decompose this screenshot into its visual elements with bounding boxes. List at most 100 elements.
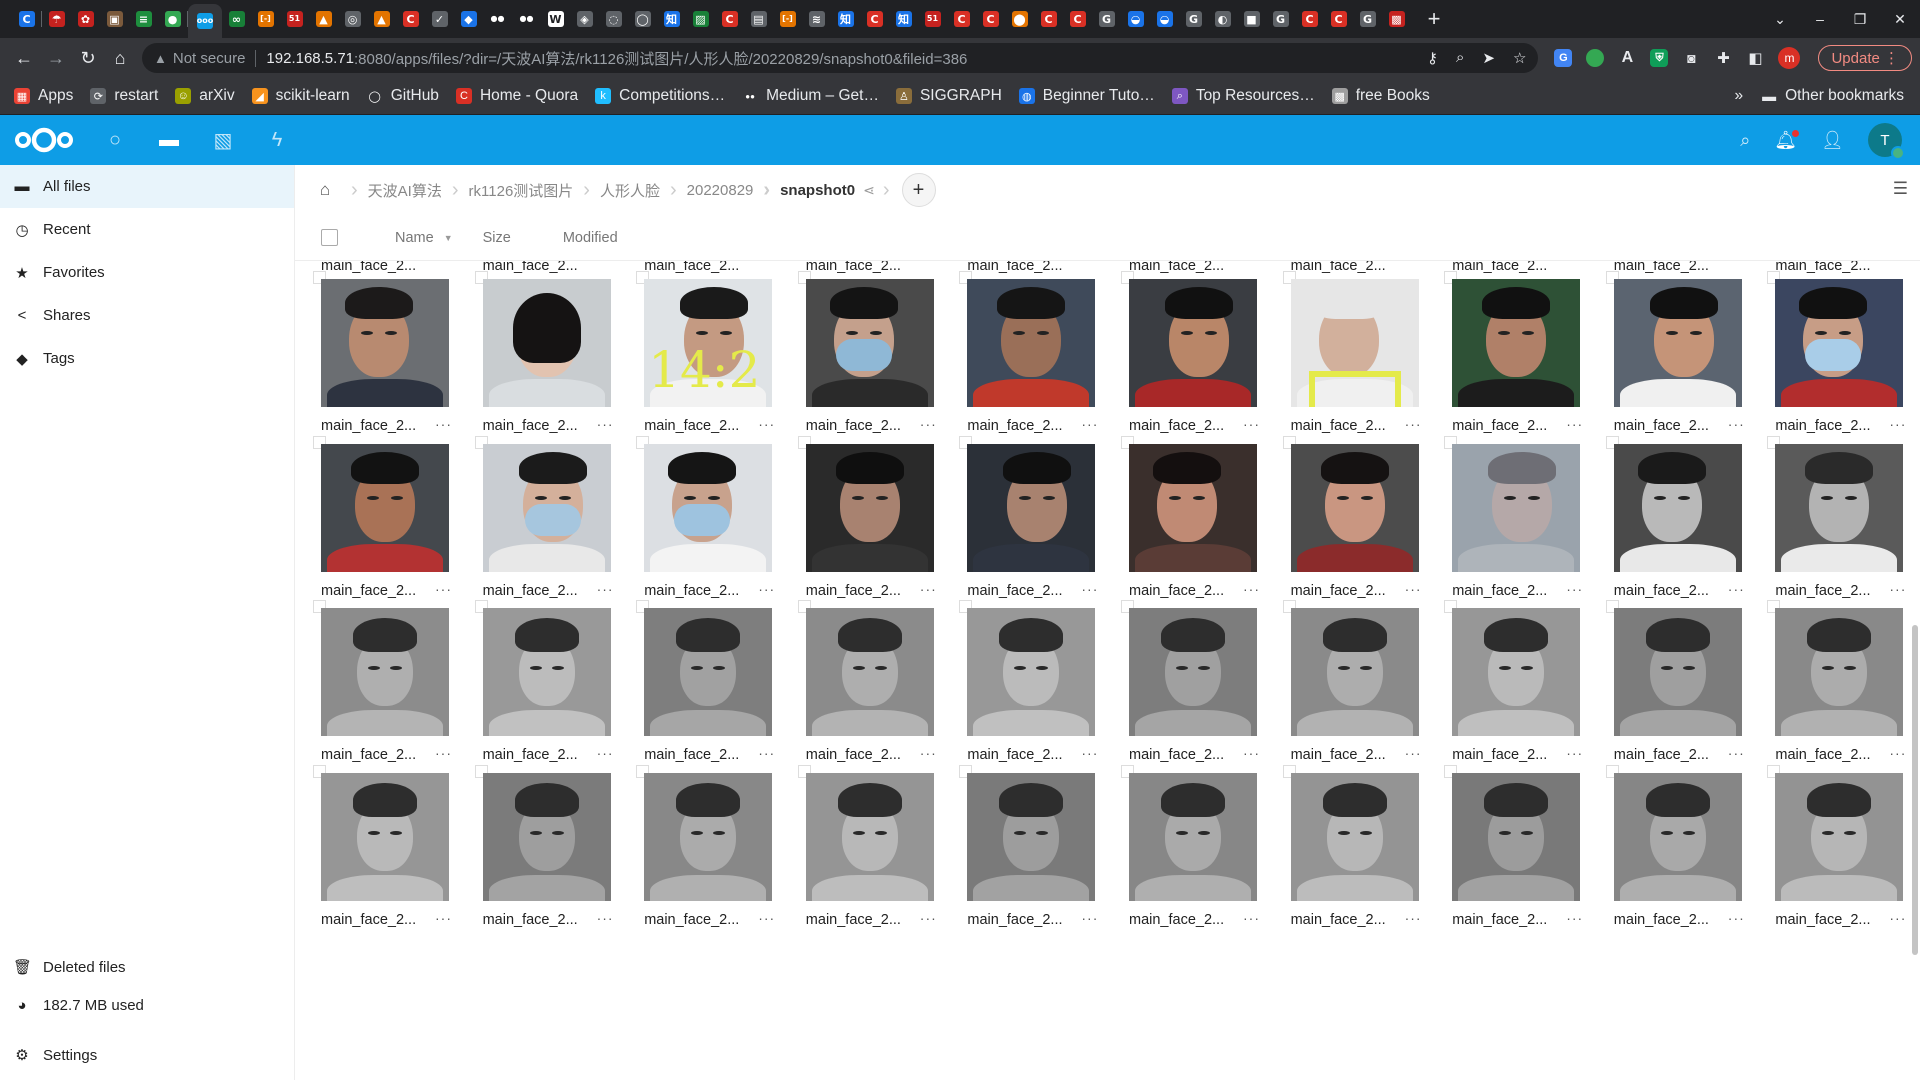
home-button[interactable]: ⌂ [104, 42, 136, 74]
other-bookmarks-button[interactable]: ▬ Other bookmarks [1761, 87, 1904, 105]
bookmark-item[interactable]: ◢ scikit-learn [251, 87, 350, 105]
browser-tab[interactable]: C [976, 4, 1005, 34]
browser-tab[interactable]: ✿ [71, 4, 100, 34]
file-name[interactable]: main_face_2... [1291, 418, 1386, 434]
file-thumbnail[interactable] [967, 772, 1096, 901]
file-thumbnail[interactable] [1452, 772, 1581, 901]
zoom-icon[interactable]: ⌕ [1456, 49, 1464, 67]
profile-avatar[interactable]: m [1778, 47, 1801, 69]
file-tile[interactable]: main_face_2... ··· [1113, 764, 1275, 967]
browser-tab[interactable]: ▲ [309, 4, 338, 34]
file-actions-menu-icon[interactable]: ··· [1889, 745, 1906, 761]
file-thumbnail[interactable] [1775, 279, 1904, 407]
file-thumbnail[interactable] [482, 608, 611, 736]
file-actions-menu-icon[interactable]: ··· [1566, 416, 1583, 432]
notifications-icon[interactable]: 🔔︎ [1774, 129, 1800, 151]
sort-by-size[interactable]: Size [483, 230, 511, 246]
file-thumbnail[interactable] [482, 772, 611, 901]
nextcloud-logo[interactable] [0, 115, 88, 165]
file-name[interactable]: main_face_2... [806, 912, 901, 928]
bookmark-item[interactable]: ▦ Apps [14, 87, 73, 105]
file-name[interactable]: main_face_2... [321, 418, 416, 434]
file-name[interactable]: main_face_2... [1452, 912, 1547, 928]
close-window-button[interactable]: ✕ [1880, 11, 1920, 28]
app-menu-item[interactable]: ϟ [250, 115, 304, 165]
breadcrumb-item[interactable]: › 人形人脸 [573, 165, 660, 215]
file-name[interactable]: main_face_2... [483, 583, 578, 599]
browser-tab[interactable]: 51 [918, 4, 947, 34]
file-actions-menu-icon[interactable]: ··· [920, 416, 937, 432]
nav-item-favorites[interactable]: ★ Favorites [0, 251, 294, 294]
browser-tab[interactable]: G [1353, 4, 1382, 34]
browser-tab[interactable]: ◌ [599, 4, 628, 34]
user-avatar[interactable]: T [1868, 123, 1905, 160]
file-actions-menu-icon[interactable]: ··· [435, 745, 452, 761]
file-tile[interactable]: main_face_2... ··· [305, 764, 467, 967]
contacts-icon[interactable]: 👤︎ [1821, 130, 1844, 151]
file-name[interactable]: main_face_2... [1614, 912, 1709, 928]
browser-tab[interactable]: ⬤ [1005, 4, 1034, 34]
file-actions-menu-icon[interactable]: ··· [1081, 910, 1098, 926]
file-tile[interactable]: main_face_2... ··· [1436, 764, 1598, 967]
file-thumbnail[interactable] [967, 443, 1096, 572]
breadcrumb-item[interactable]: › snapshot0 [753, 165, 855, 215]
browser-tab[interactable]: ●● [512, 4, 541, 34]
file-name[interactable]: main_face_2... [1775, 583, 1870, 599]
minimize-button[interactable]: – [1800, 11, 1840, 27]
file-name[interactable]: main_face_2... [1775, 912, 1870, 928]
browser-tab[interactable]: ◎ [338, 4, 367, 34]
bookmark-item[interactable]: ●● Medium – Get… [742, 87, 879, 105]
file-actions-menu-icon[interactable]: ··· [758, 910, 775, 926]
send-icon[interactable]: ➤ [1482, 49, 1495, 67]
browser-tab[interactable]: ▤ [744, 4, 773, 34]
file-name[interactable]: main_face_2... [1775, 418, 1870, 434]
browser-tab[interactable]: ▩ [1382, 4, 1411, 34]
browser-tab[interactable]: ◯ [628, 4, 657, 34]
grid-view-toggle-icon[interactable]: ☰ [1893, 179, 1908, 199]
browser-tab[interactable]: C [396, 4, 425, 34]
browser-tab[interactable]: C [12, 4, 41, 34]
sidepanel-icon[interactable]: ◧ [1746, 49, 1764, 67]
file-tile[interactable]: main_face_2... ··· [951, 764, 1113, 967]
file-name[interactable]: main_face_2... [321, 583, 416, 599]
file-actions-menu-icon[interactable]: ··· [1566, 581, 1583, 597]
file-tile[interactable]: main_face_2... ··· [1598, 764, 1760, 967]
file-thumbnail[interactable] [644, 772, 773, 901]
shield-extension-icon[interactable]: ⛨ [1650, 49, 1669, 67]
browser-tab[interactable]: C [1034, 4, 1063, 34]
file-thumbnail[interactable] [1452, 608, 1581, 736]
file-actions-menu-icon[interactable]: ··· [1728, 910, 1745, 926]
bookmark-item[interactable]: C Home - Quora [455, 87, 578, 105]
file-thumbnail[interactable] [1290, 608, 1419, 736]
file-actions-menu-icon[interactable]: ··· [758, 745, 775, 761]
sort-by-name[interactable]: Name [395, 230, 434, 246]
bookmark-item[interactable]: ⌕ Top Resources… [1171, 87, 1315, 105]
back-button[interactable]: ← [8, 42, 40, 74]
browser-tab[interactable]: G [1179, 4, 1208, 34]
search-icon[interactable]: ⌕ [1740, 130, 1750, 151]
browser-tab[interactable]: ●● [483, 4, 512, 34]
file-name[interactable]: main_face_2... [967, 583, 1062, 599]
file-name[interactable]: main_face_2... [1452, 418, 1547, 434]
browser-tab[interactable]: ▲ [367, 4, 396, 34]
breadcrumb-item[interactable]: › 20220829 [660, 165, 753, 215]
new-file-button[interactable]: + [901, 173, 936, 207]
file-thumbnail[interactable] [1129, 279, 1257, 407]
file-actions-menu-icon[interactable]: ··· [1889, 910, 1906, 926]
file-thumbnail[interactable] [1129, 772, 1257, 901]
reload-button[interactable]: ↻ [72, 42, 104, 74]
file-actions-menu-icon[interactable]: ··· [1728, 416, 1745, 432]
browser-tab[interactable]: W [541, 4, 570, 34]
browser-tab[interactable]: 知 [657, 4, 686, 34]
file-name[interactable]: main_face_2... [483, 912, 578, 928]
browser-tab[interactable]: ▨ [686, 4, 715, 34]
file-thumbnail[interactable] [1613, 443, 1742, 572]
file-actions-menu-icon[interactable]: ··· [1405, 745, 1422, 761]
file-actions-menu-icon[interactable]: ··· [758, 581, 775, 597]
file-name[interactable]: main_face_2... [806, 418, 901, 434]
file-actions-menu-icon[interactable]: ··· [435, 910, 452, 926]
browser-tab[interactable]: C [947, 4, 976, 34]
browser-tab[interactable]: ■ [1237, 4, 1266, 34]
not-secure-label[interactable]: Not secure [173, 49, 257, 67]
camera-extension-icon[interactable]: ◙ [1682, 49, 1700, 67]
